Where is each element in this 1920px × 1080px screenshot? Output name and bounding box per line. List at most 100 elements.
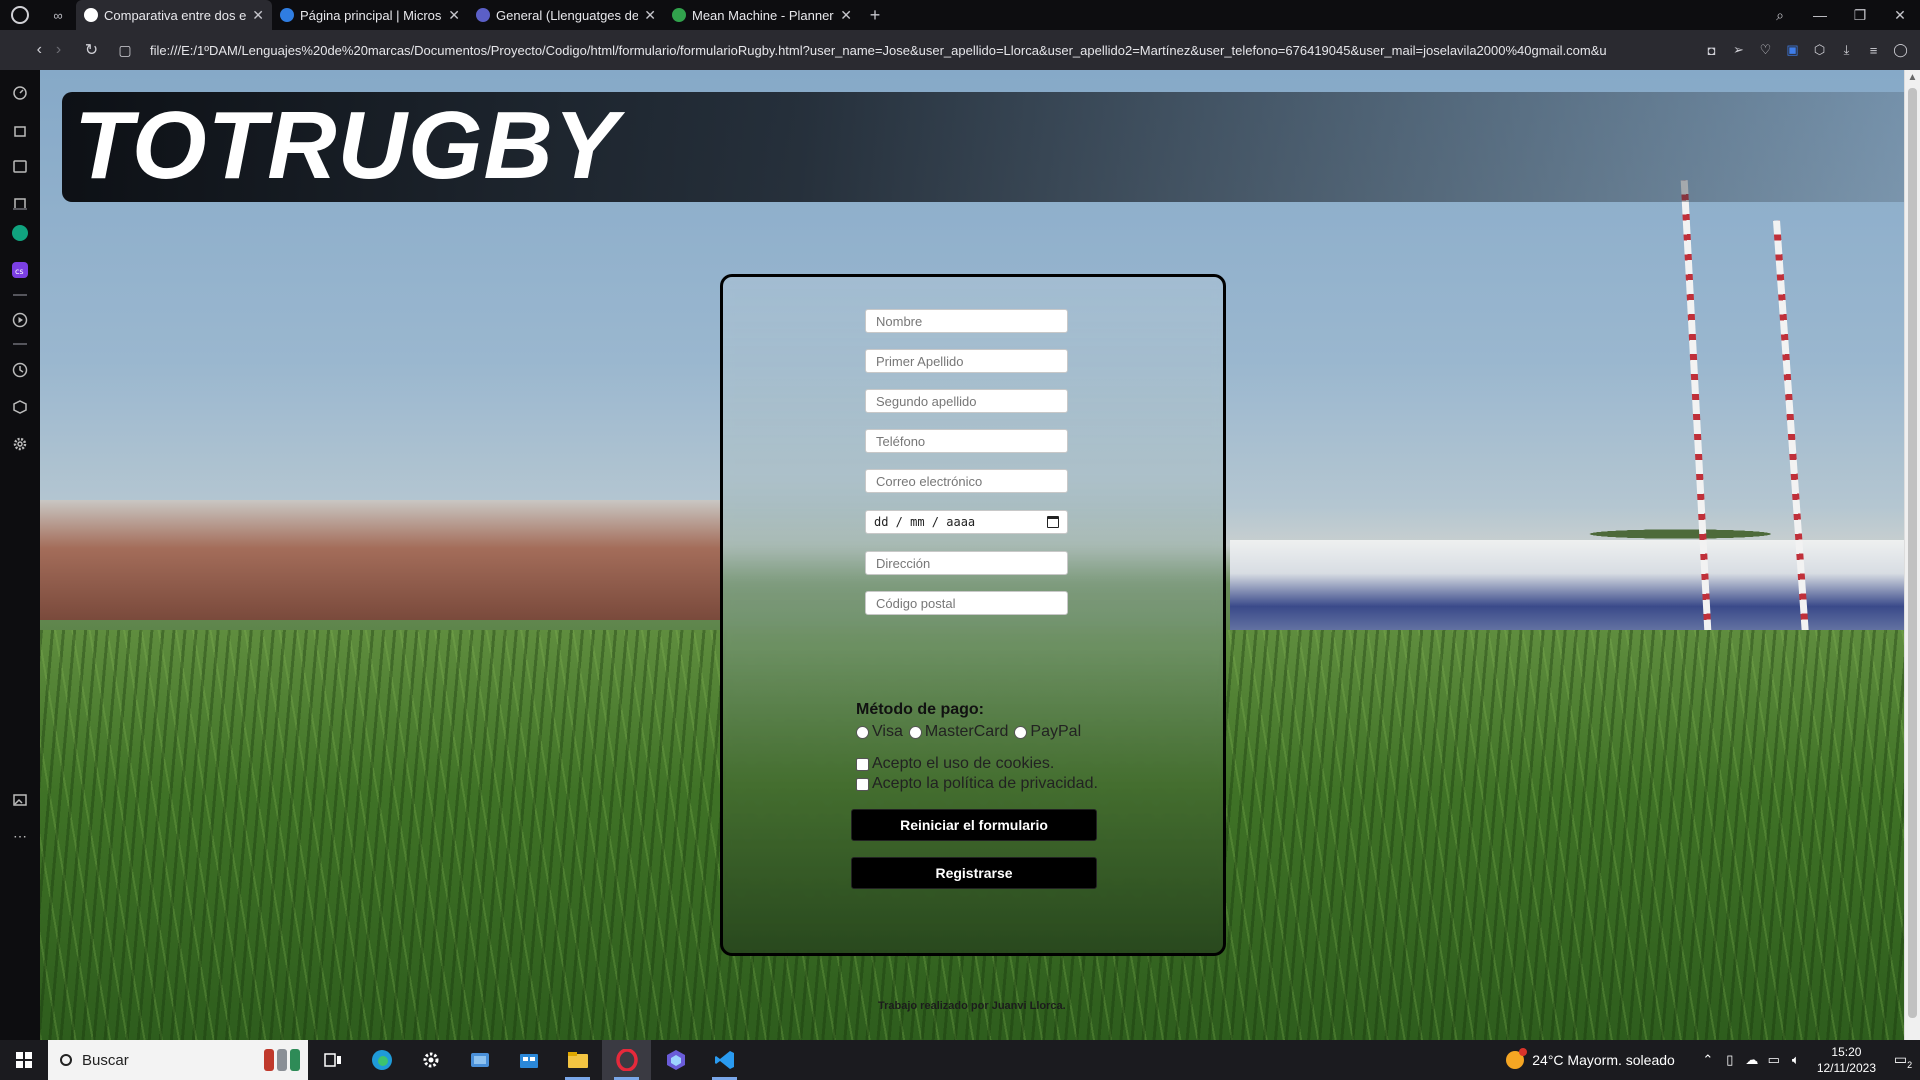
copilot-icon[interactable]: [651, 1040, 700, 1080]
address-bar: ‹ › ↻ ▢ file:///E:/1ºDAM/Lenguajes%20de%…: [0, 30, 1920, 70]
cube-icon[interactable]: ⬡: [1806, 42, 1833, 58]
heart-icon[interactable]: ♡: [1752, 42, 1779, 58]
browser-tab[interactable]: Mean Machine - Planner ✕: [664, 0, 860, 30]
checkbox-privacy[interactable]: Acepto la política de privacidad.: [856, 775, 1116, 793]
reload-button[interactable]: ↻: [75, 40, 108, 60]
sidebar-divider: [13, 343, 27, 345]
settings-gear-icon[interactable]: [10, 434, 30, 454]
url-field[interactable]: file:///E:/1ºDAM/Lenguajes%20de%20marcas…: [142, 43, 1698, 58]
extension-icon[interactable]: [10, 194, 30, 214]
clock[interactable]: 15:20 12/11/2023: [1817, 1044, 1876, 1076]
tab-close-icon[interactable]: ✕: [840, 7, 852, 24]
tab-favicon-icon: [672, 8, 686, 22]
chatsonic-icon[interactable]: cs: [10, 260, 30, 280]
taskbar-search[interactable]: Buscar: [48, 1040, 308, 1080]
cube-sidebar-icon[interactable]: [10, 397, 30, 417]
send-icon[interactable]: ➢: [1725, 42, 1752, 58]
restore-button[interactable]: ❐: [1840, 7, 1880, 24]
browser-tab[interactable]: Comparativa entre dos eq ✕: [76, 0, 272, 30]
scroll-up-arrow[interactable]: ▲: [1905, 70, 1920, 86]
edge-icon[interactable]: [357, 1040, 406, 1080]
browser-tab[interactable]: General (Llenguatges de m ✕: [468, 0, 664, 30]
onedrive-icon[interactable]: ☁: [1741, 1052, 1763, 1068]
payment-options: Visa MasterCard PayPal: [856, 723, 1087, 741]
close-window-button[interactable]: ✕: [1880, 7, 1920, 24]
search-highlight-icon: [264, 1049, 300, 1071]
history-icon[interactable]: [10, 360, 30, 380]
primer-apellido-field[interactable]: [865, 349, 1068, 373]
tab-title: Página principal | Microsoft: [300, 7, 443, 23]
telefono-field[interactable]: [865, 429, 1068, 453]
more-icon[interactable]: ⋯: [10, 826, 30, 846]
download-icon[interactable]: ⤓: [1833, 42, 1860, 58]
direccion-field[interactable]: [865, 551, 1068, 575]
volume-icon[interactable]: 🔈︎: [1785, 1052, 1807, 1068]
cloud-app-icon[interactable]: [455, 1040, 504, 1080]
new-tab-button[interactable]: +: [860, 5, 890, 26]
twitch-icon[interactable]: [10, 157, 30, 177]
menu-icon[interactable]: ≡: [1860, 43, 1887, 58]
file-explorer-icon[interactable]: [553, 1040, 602, 1080]
site-logo: TOTRUGBY: [74, 92, 619, 199]
search-icon: [60, 1054, 72, 1066]
correo-field[interactable]: [865, 469, 1068, 493]
tab-favicon-icon: [476, 8, 490, 22]
tab-close-icon[interactable]: ✕: [644, 7, 656, 24]
birthdate-field[interactable]: dd / mm / aaaa: [865, 510, 1068, 534]
page-scrollbar[interactable]: ▲: [1904, 70, 1920, 1040]
tab-title: General (Llenguatges de m: [496, 7, 639, 23]
radio-visa[interactable]: Visa: [856, 723, 903, 741]
translate-icon[interactable]: ▣: [1779, 42, 1806, 58]
back-button[interactable]: ‹: [0, 41, 42, 59]
reset-button[interactable]: Reiniciar el formulario: [851, 809, 1097, 841]
page-info-icon[interactable]: ▢: [108, 42, 142, 59]
checkbox-cookies[interactable]: Acepto el uso de cookies.: [856, 755, 1116, 773]
network-icon[interactable]: ▭: [1763, 1052, 1785, 1068]
clock-date: 12/11/2023: [1816, 1061, 1876, 1075]
windows-taskbar: Buscar 24°C Mayorm. soleado ⌃ ▯ ☁ ▭ 🔈︎ 1…: [0, 1040, 1920, 1080]
settings-icon[interactable]: [406, 1040, 455, 1080]
browser-tab[interactable]: Página principal | Microsoft ✕: [272, 0, 468, 30]
notification-count: 2: [1907, 1059, 1913, 1070]
opera-menu-icon[interactable]: [0, 0, 40, 30]
device-icon[interactable]: ▯: [1719, 1052, 1741, 1068]
show-hidden-icons[interactable]: ⌃: [1697, 1052, 1719, 1068]
forward-button[interactable]: ›: [42, 41, 75, 59]
opera-taskbar-icon[interactable]: [602, 1040, 651, 1080]
checkbox-cookies-label: Acepto el uso de cookies.: [872, 755, 1055, 772]
codigo-postal-field[interactable]: [865, 591, 1068, 615]
tab-island-icon[interactable]: ∞: [40, 0, 76, 30]
tab-title: Comparativa entre dos eq: [104, 7, 247, 23]
shopping-icon[interactable]: [10, 120, 30, 140]
register-button[interactable]: Registrarse: [851, 857, 1097, 889]
calendar-icon[interactable]: [1047, 516, 1059, 528]
notifications-icon[interactable]: ▭2: [1886, 1051, 1920, 1070]
browser-tab-strip: ∞ Comparativa entre dos eq ✕ Página princi…: [0, 0, 1920, 30]
window-controls: ⌕ — ❐ ✕: [1760, 0, 1920, 30]
store-icon[interactable]: [504, 1040, 553, 1080]
radio-mastercard[interactable]: MasterCard: [908, 723, 1008, 741]
nombre-field[interactable]: [865, 309, 1068, 333]
checkbox-privacy-label: Acepto la política de privacidad.: [872, 775, 1098, 792]
weather-sun-icon: [1506, 1048, 1528, 1069]
weather-text: 24°C Mayorm. soleado: [1532, 1052, 1675, 1068]
scrollbar-thumb[interactable]: [1908, 88, 1917, 1018]
registration-form: dd / mm / aaaa Método de pago: Visa Mast…: [720, 274, 1226, 956]
tab-close-icon[interactable]: ✕: [448, 7, 460, 24]
task-view-icon[interactable]: [308, 1040, 357, 1080]
profile-icon[interactable]: ◯: [1887, 42, 1914, 58]
player-icon[interactable]: [10, 310, 30, 330]
tab-close-icon[interactable]: ✕: [252, 7, 264, 24]
minimize-button[interactable]: —: [1800, 7, 1840, 23]
vscode-icon[interactable]: [700, 1040, 749, 1080]
tab-search-icon[interactable]: ⌕: [1760, 7, 1800, 24]
start-button[interactable]: [0, 1040, 48, 1080]
camera-icon[interactable]: ◘: [1698, 43, 1725, 58]
chatgpt-icon[interactable]: [10, 223, 30, 243]
wallpaper-icon[interactable]: [10, 790, 30, 810]
radio-paypal[interactable]: PayPal: [1014, 723, 1081, 741]
address-toolbar: ◘ ➢ ♡ ▣ ⬡ ⤓ ≡ ◯: [1698, 42, 1920, 58]
speed-dial-icon[interactable]: [10, 83, 30, 103]
segundo-apellido-field[interactable]: [865, 389, 1068, 413]
weather-widget[interactable]: 24°C Mayorm. soleado: [1506, 1048, 1675, 1069]
